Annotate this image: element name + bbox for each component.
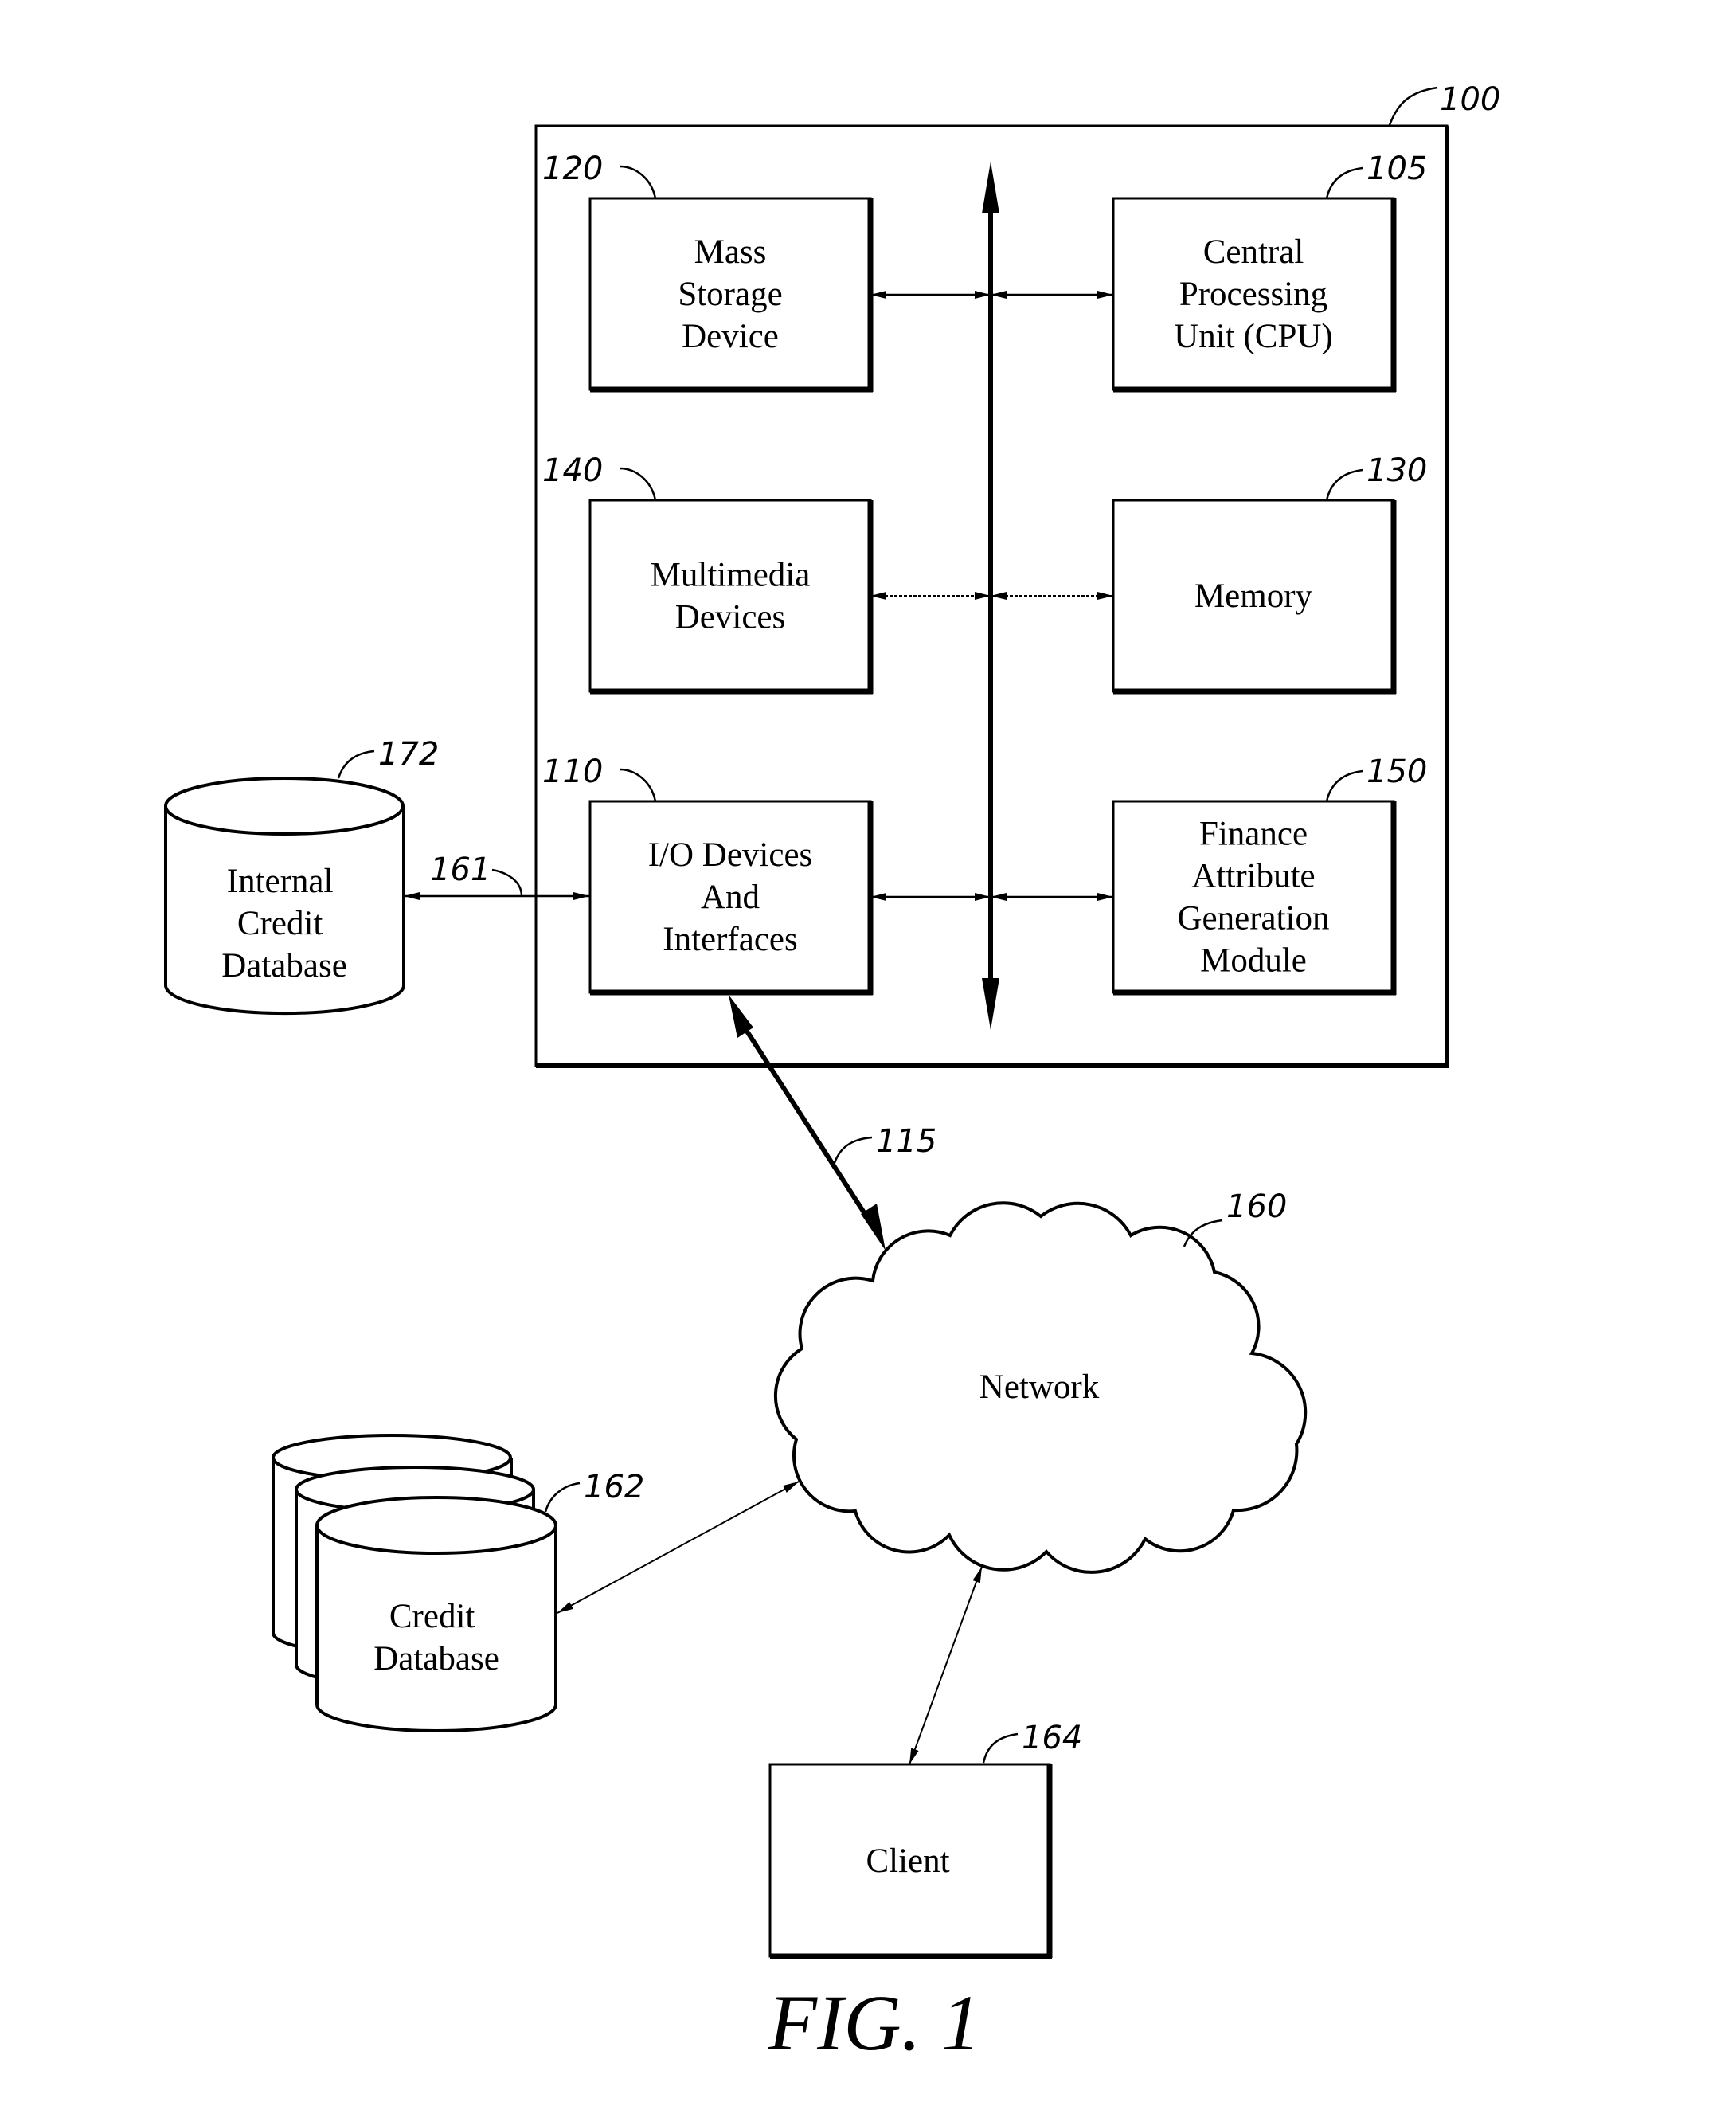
bus-arrow-down-icon [982, 978, 999, 1030]
leader-line-105 [1325, 166, 1363, 199]
component-io: I/O Devices And Interfaces 110 [542, 754, 874, 996]
ref-label-105: 105 [1367, 151, 1427, 187]
network-link: 115 [729, 995, 936, 1251]
ref-label-100: 100 [1440, 81, 1500, 118]
component-label-line: Module [1200, 942, 1307, 980]
ref-label-140: 140 [542, 452, 603, 489]
component-label-line: Central [1203, 233, 1304, 271]
ref-label-110: 110 [542, 754, 603, 790]
leader-line-161 [491, 868, 523, 897]
component-label-line: Interfaces [663, 921, 797, 958]
component-label-line: Mass [694, 233, 767, 271]
leader-line-164 [982, 1732, 1019, 1764]
leader-line-120 [619, 165, 657, 199]
patent-figure: 100 Mass Storage Device 120 Central Processin… [164, 81, 1500, 2067]
leader-line-130 [1325, 468, 1363, 501]
component-label-line: Device [682, 318, 779, 355]
component-label-line: Multimedia [651, 557, 811, 594]
ref-label-164: 164 [1022, 1720, 1082, 1756]
cylinder-top [164, 777, 405, 836]
component-label-line: And [701, 879, 760, 916]
component-label-line: Devices [675, 599, 786, 636]
ref-label-160: 160 [1226, 1188, 1287, 1225]
leader-line-162 [544, 1482, 581, 1513]
internal-credit-database: Internal Credit Database 172 [164, 736, 439, 1016]
component-multimedia: Multimedia Devices 140 [542, 452, 874, 695]
internal-db-label: Internal Credit Database [221, 863, 347, 985]
component-finance-module: Finance Attribute Generation Module 150 [1112, 754, 1427, 996]
client-link [909, 1566, 983, 1765]
component-label: Memory [1194, 577, 1313, 615]
network-label: Network [979, 1368, 1100, 1406]
component-cpu: Central Processing Unit (CPU) 105 [1112, 151, 1427, 393]
component-memory: Memory 130 [1112, 452, 1427, 695]
ref-label-120: 120 [542, 151, 603, 187]
leader-line-172 [337, 750, 375, 779]
ref-label-150: 150 [1367, 754, 1427, 790]
client: Client 164 [768, 1566, 1082, 1959]
component-label-line: Memory [1194, 577, 1313, 615]
component-label-line: Attribute [1191, 858, 1315, 895]
component-label-line: I/O Devices [648, 836, 813, 874]
ref-label-130: 130 [1367, 452, 1427, 489]
leader-line-150 [1325, 769, 1363, 802]
leader-line-115 [833, 1136, 873, 1164]
ref-label-161: 161 [430, 851, 491, 888]
ref-label-115: 115 [876, 1123, 936, 1160]
component-label-line: Generation [1177, 900, 1329, 938]
leader-line-110 [619, 768, 657, 802]
credit-database-stack: Credit Database 162 [272, 1434, 800, 1732]
client-label: Client [866, 1842, 949, 1880]
component-label-line: Storage [678, 276, 782, 313]
leader-line-100 [1388, 86, 1438, 126]
component-label-line: Processing [1179, 276, 1327, 313]
ref-label-162: 162 [584, 1469, 644, 1505]
components: Mass Storage Device 120 Central Processing Uni… [542, 151, 1427, 996]
internal-db-link: 161 [404, 851, 589, 900]
bus-arrow-up-icon [982, 162, 999, 213]
network-cloud: Network 160 [773, 1188, 1308, 1574]
leader-line-140 [619, 467, 657, 501]
ref-label-172: 172 [378, 736, 439, 773]
component-label-line: Finance [1199, 816, 1308, 853]
component-label-line: Unit (CPU) [1174, 318, 1332, 355]
component-box [588, 499, 872, 693]
figure-label: FIG. 1 [768, 1979, 981, 2067]
component-mass-storage: Mass Storage Device 120 [542, 151, 874, 393]
